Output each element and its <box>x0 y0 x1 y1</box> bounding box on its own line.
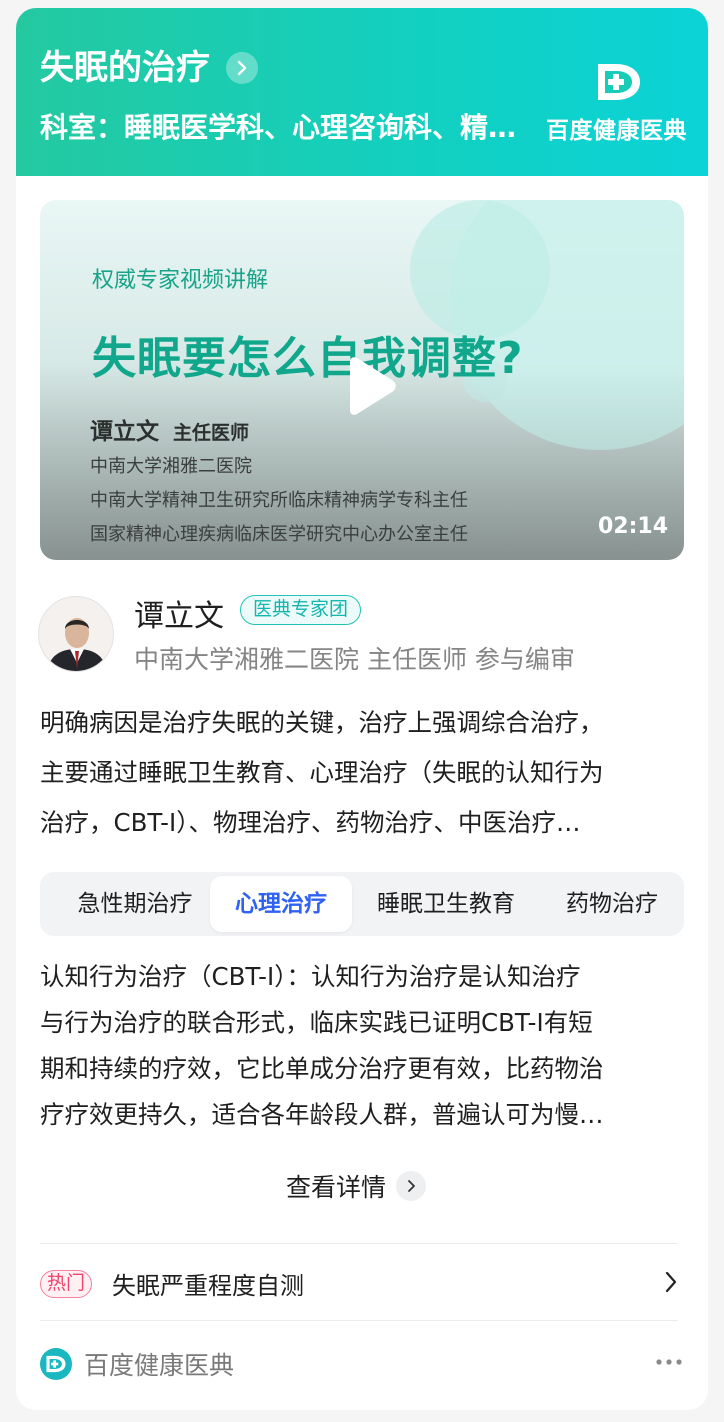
video-doctor-title: 主任医师 <box>173 422 250 444</box>
video-doctor: 谭立文 主任医师 <box>90 412 249 446</box>
tab-content-text: 认知行为治疗（CBT-I）：认知行为治疗是认知治疗 与行为治疗的联合形式，临床实… <box>40 954 690 1138</box>
view-details-label: 查看详情 <box>286 1173 387 1202</box>
disease-card: 失眠的治疗 科室：睡眠医学科、心理咨询科、精神科 百度健康医典 权威专家视频讲解… <box>16 8 708 1410</box>
tab-content-line: 与行为治疗的联合形式，临床实践已证明CBT-I有短 <box>40 1008 593 1037</box>
tab-content-line: 认知行为治疗（CBT-I）：认知行为治疗是认知治疗 <box>40 962 581 991</box>
brand-name: 百度健康医典 <box>546 118 687 144</box>
health-cross-logo-icon <box>40 1348 72 1380</box>
summary-line: 治疗，CBT-I）、物理治疗、药物治疗、中医治疗… <box>40 808 581 837</box>
hot-self-test-row[interactable]: 热门 失眠严重程度自测 <box>40 1248 684 1318</box>
doctor-avatar[interactable] <box>38 596 114 672</box>
video-doctor-line: 中南大学湘雅二医院 <box>90 456 252 477</box>
summary-line: 明确病因是治疗失眠的关键，治疗上强调综合治疗， <box>40 708 604 737</box>
chevron-right-icon <box>396 1171 427 1201</box>
treatment-tabs: 急性期治疗 心理治疗 睡眠卫生教育 药物治疗 <box>40 872 684 936</box>
expert-badge: 医典专家团 <box>240 595 362 625</box>
video-title: 失眠要怎么自我调整? <box>92 333 524 384</box>
summary-line: 主要通过睡眠卫生教育、心理治疗（失眠的认知行为 <box>40 758 604 787</box>
more-dots-icon[interactable] <box>656 1358 682 1366</box>
divider <box>40 1320 678 1321</box>
chevron-right-icon[interactable] <box>226 52 258 84</box>
footer-brand-name[interactable]: 百度健康医典 <box>84 1346 234 1382</box>
chevron-right-icon[interactable] <box>664 1270 678 1294</box>
doctor-name[interactable]: 谭立文 <box>134 591 224 635</box>
video-player[interactable]: 权威专家视频讲解 失眠要怎么自我调整? 谭立文 主任医师 中南大学湘雅二医院 中南… <box>40 200 684 560</box>
video-subtitle: 权威专家视频讲解 <box>92 268 269 293</box>
department-text: 科室：睡眠医学科、心理咨询科、精神科 <box>40 111 530 144</box>
video-doctor-name: 谭立文 <box>90 419 159 445</box>
video-duration: 02:14 <box>597 514 668 539</box>
video-doctor-line: 国家精神心理疾病临床医学研究中心办公室主任 <box>90 524 468 545</box>
hot-self-test-label[interactable]: 失眠严重程度自测 <box>112 1266 304 1301</box>
health-cross-logo-icon <box>598 64 640 100</box>
header-title-row[interactable]: 失眠的治疗 <box>40 48 258 88</box>
page-title[interactable]: 失眠的治疗 <box>40 48 210 88</box>
tab-drug-treatment[interactable]: 药物治疗 <box>550 872 674 936</box>
summary-text: 明确病因是治疗失眠的关键，治疗上强调综合治疗， 主要通过睡眠卫生教育、心理治疗（… <box>40 698 690 848</box>
tab-sleep-hygiene[interactable]: 睡眠卫生教育 <box>362 872 530 936</box>
tab-psychotherapy[interactable]: 心理治疗 <box>210 876 352 932</box>
hot-tag: 热门 <box>40 1270 93 1298</box>
tab-content-line: 期和持续的疗效，它比单成分治疗更有效，比药物治 <box>40 1054 604 1083</box>
view-details-button[interactable]: 查看详情 <box>286 1168 427 1204</box>
tab-content-line: 疗疗效更持久，适合各年龄段人群，普遍认可为慢… <box>40 1100 604 1129</box>
card-header[interactable]: 失眠的治疗 科室：睡眠医学科、心理咨询科、精神科 百度健康医典 <box>16 8 708 176</box>
divider <box>40 1243 678 1244</box>
video-doctor-line: 中南大学精神卫生研究所临床精神病学专科主任 <box>90 490 468 511</box>
play-icon[interactable] <box>342 356 398 416</box>
doctor-meta: 中南大学湘雅二医院 主任医师 参与编审 <box>134 645 575 674</box>
tab-acute-treatment[interactable]: 急性期治疗 <box>50 872 220 936</box>
